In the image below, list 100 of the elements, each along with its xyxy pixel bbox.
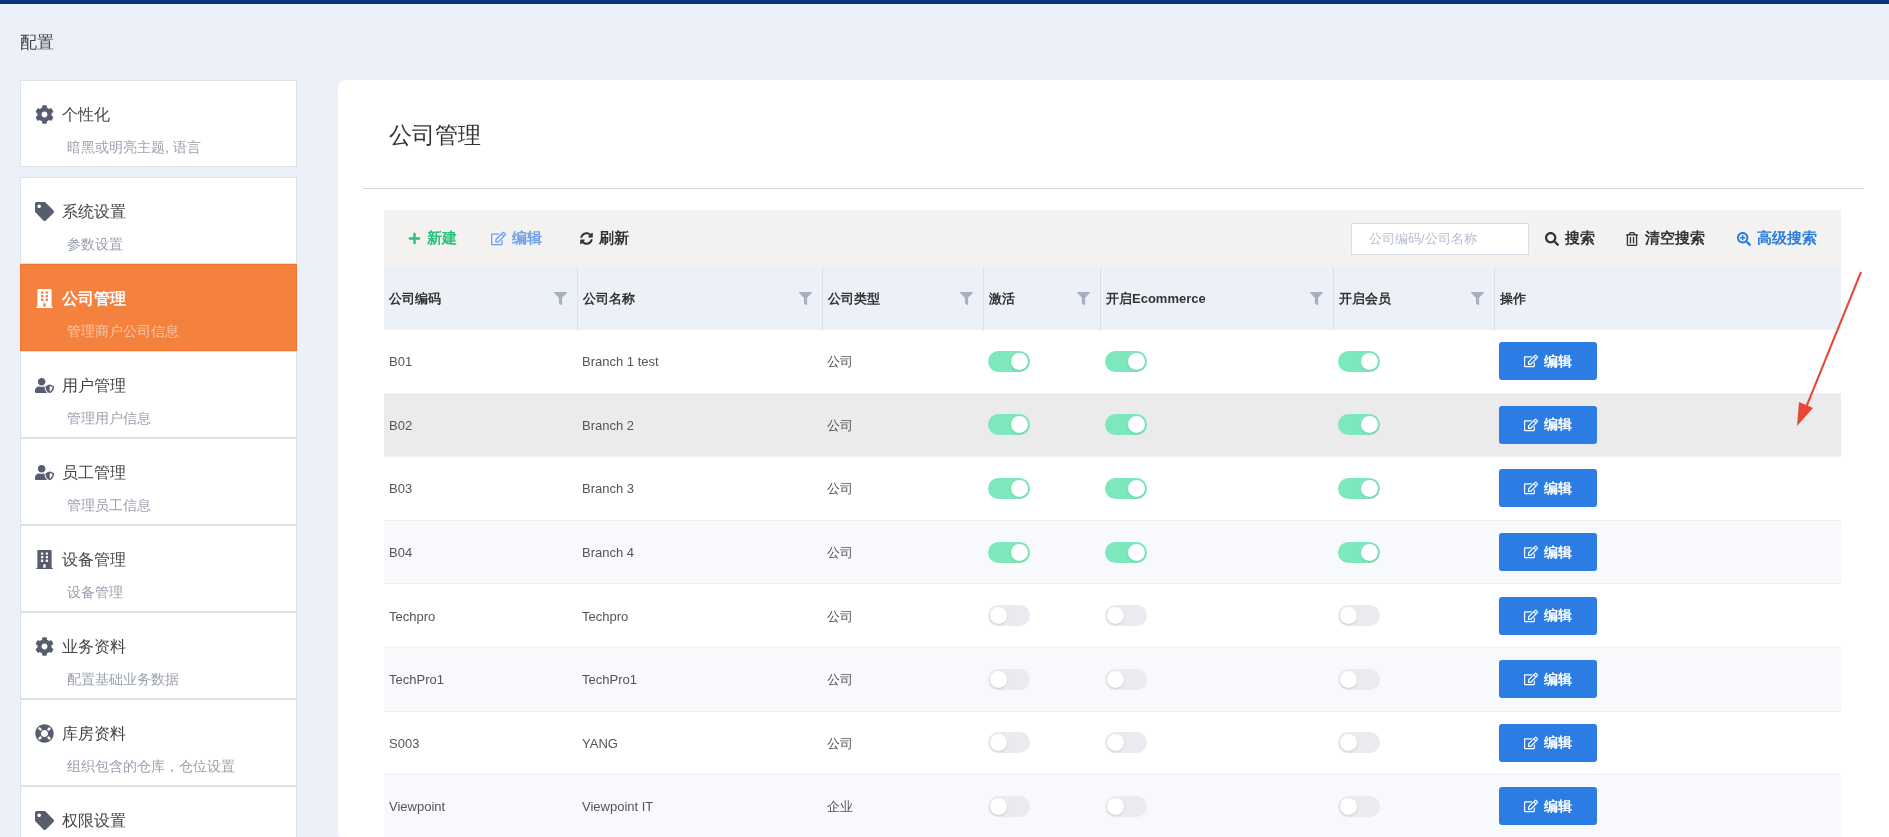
- edit-button[interactable]: 编辑: [1499, 596, 1597, 635]
- toggle-switch[interactable]: [1338, 668, 1380, 690]
- refresh-icon: [580, 232, 593, 245]
- refresh-button[interactable]: 刷新: [580, 227, 629, 250]
- edit-icon: [1524, 417, 1538, 432]
- edit-button[interactable]: 编辑: [1499, 787, 1597, 826]
- table-cell: Branch 4: [582, 545, 635, 561]
- sidebar-item-title: 业务资料: [62, 636, 126, 657]
- toggle-switch[interactable]: [1105, 795, 1147, 817]
- sidebar-item[interactable]: 用户管理 管理用户信息: [20, 350, 297, 438]
- toggle-switch[interactable]: [1338, 732, 1380, 754]
- toggle-switch[interactable]: [1105, 414, 1147, 436]
- edit-icon: [491, 231, 506, 246]
- search-field[interactable]: 公司编码/公司名称: [1351, 222, 1529, 255]
- sidebar-item-title: 系统设置: [62, 201, 126, 222]
- toggle-switch[interactable]: [1105, 350, 1147, 372]
- table-cell: 公司: [827, 545, 853, 561]
- toggle-switch[interactable]: [988, 541, 1030, 563]
- table-cell: B04: [389, 545, 413, 561]
- toggle-switch[interactable]: [988, 795, 1030, 817]
- edit-button[interactable]: 编辑: [1499, 469, 1597, 508]
- column-header: 公司类型: [828, 289, 880, 308]
- toggle-switch[interactable]: [1105, 541, 1147, 563]
- table-cell: S003: [389, 735, 420, 751]
- user-shield-icon: [35, 376, 54, 395]
- filter-icon[interactable]: [554, 292, 567, 305]
- edit-icon: [1524, 799, 1538, 814]
- toggle-switch[interactable]: [988, 350, 1030, 372]
- toggle-switch[interactable]: [988, 668, 1030, 690]
- edit-button[interactable]: 编辑: [1499, 405, 1597, 444]
- toggle-switch[interactable]: [1338, 478, 1380, 499]
- filter-icon[interactable]: [960, 292, 973, 305]
- sidebar-item-title: 用户管理: [62, 375, 126, 396]
- toggle-switch[interactable]: [1105, 668, 1147, 690]
- filter-icon[interactable]: [1310, 292, 1323, 305]
- sidebar-item-title: 个性化: [62, 104, 110, 125]
- user-shield-icon: [35, 463, 54, 482]
- edit-button[interactable]: 编辑: [1499, 723, 1597, 762]
- table-row[interactable]: B02 Branch 2 公司 编辑: [384, 393, 1841, 458]
- edit-button[interactable]: 编辑: [1499, 533, 1597, 572]
- search-plus-icon: [1737, 231, 1751, 246]
- search-button[interactable]: 搜索: [1545, 227, 1595, 250]
- table-cell: 公司: [827, 354, 853, 370]
- toggle-switch[interactable]: [1338, 541, 1380, 563]
- sidebar-item[interactable]: 系统设置 参数设置: [20, 176, 297, 264]
- table-row[interactable]: TechPro1 TechPro1 公司 编辑: [384, 647, 1841, 712]
- toggle-switch[interactable]: [988, 414, 1030, 436]
- sidebar-item-title: 库房资料: [62, 723, 126, 744]
- sidebar-item[interactable]: 设备管理 设备管理: [20, 524, 297, 612]
- toggle-switch[interactable]: [988, 605, 1030, 627]
- sidebar-item-title: 权限设置: [62, 810, 126, 831]
- edit-button[interactable]: 编辑: [1499, 342, 1597, 381]
- building-icon: [35, 289, 54, 308]
- toggle-switch[interactable]: [1338, 795, 1380, 817]
- tag-icon: [35, 811, 54, 830]
- table-cell: YANG: [582, 735, 618, 751]
- toggle-switch[interactable]: [1338, 414, 1380, 436]
- toggle-switch[interactable]: [988, 478, 1030, 499]
- edit-button[interactable]: 编辑: [1499, 660, 1597, 699]
- filter-icon[interactable]: [1471, 292, 1484, 305]
- table-cell: 公司: [827, 481, 853, 497]
- table-row[interactable]: Viewpoint Viewpoint IT 企业 编辑: [384, 775, 1841, 837]
- table-cell: 公司: [827, 417, 853, 433]
- toggle-switch[interactable]: [1338, 605, 1380, 627]
- toggle-switch[interactable]: [1338, 350, 1380, 372]
- filter-icon[interactable]: [1077, 292, 1090, 305]
- sidebar-item[interactable]: 员工管理 管理员工信息: [20, 437, 297, 525]
- table-cell: 公司: [827, 735, 853, 751]
- lifebuoy-icon: [35, 724, 54, 743]
- building-icon: [35, 550, 54, 569]
- edit-icon: [1524, 354, 1538, 369]
- table-row[interactable]: B04 Branch 4 公司 编辑: [384, 520, 1841, 585]
- column-header: 开启Ecommerce: [1106, 289, 1206, 308]
- gear-icon: [35, 637, 54, 656]
- advanced-search-button[interactable]: 高级搜索: [1737, 227, 1817, 250]
- column-header: 激活: [989, 289, 1015, 308]
- sidebar-item[interactable]: 个性化 暗黑或明亮主题, 语言: [20, 79, 297, 167]
- table-cell: 公司: [827, 672, 853, 688]
- column-header: 操作: [1500, 289, 1526, 308]
- table-cell: Branch 3: [582, 481, 635, 497]
- tag-icon: [35, 202, 54, 221]
- toggle-switch[interactable]: [1105, 478, 1147, 499]
- toggle-switch[interactable]: [988, 732, 1030, 754]
- table-cell: TechPro1: [389, 672, 444, 688]
- sidebar-item[interactable]: 业务资料 配置基础业务数据: [20, 611, 297, 699]
- column-header: 公司名称: [583, 289, 635, 308]
- toggle-switch[interactable]: [1105, 732, 1147, 754]
- toggle-switch[interactable]: [1105, 605, 1147, 627]
- filter-icon[interactable]: [799, 292, 812, 305]
- sidebar-item[interactable]: 库房资料 组织包含的仓库，仓位设置: [20, 698, 297, 786]
- table-cell: Techpro: [389, 608, 436, 624]
- clear-search-button[interactable]: 清空搜索: [1625, 227, 1705, 250]
- table-cell: 企业: [827, 799, 853, 815]
- edit-icon: [1524, 481, 1538, 496]
- sidebar-item[interactable]: 权限设置: [20, 785, 297, 837]
- table-cell: B01: [389, 354, 413, 370]
- sidebar-item-subtitle: 暗黑或明亮主题, 语言: [67, 137, 201, 157]
- table-cell: Viewpoint IT: [582, 799, 654, 815]
- sidebar-item-subtitle: 参数设置: [67, 234, 123, 254]
- sidebar-item-title: 公司管理: [62, 288, 126, 309]
